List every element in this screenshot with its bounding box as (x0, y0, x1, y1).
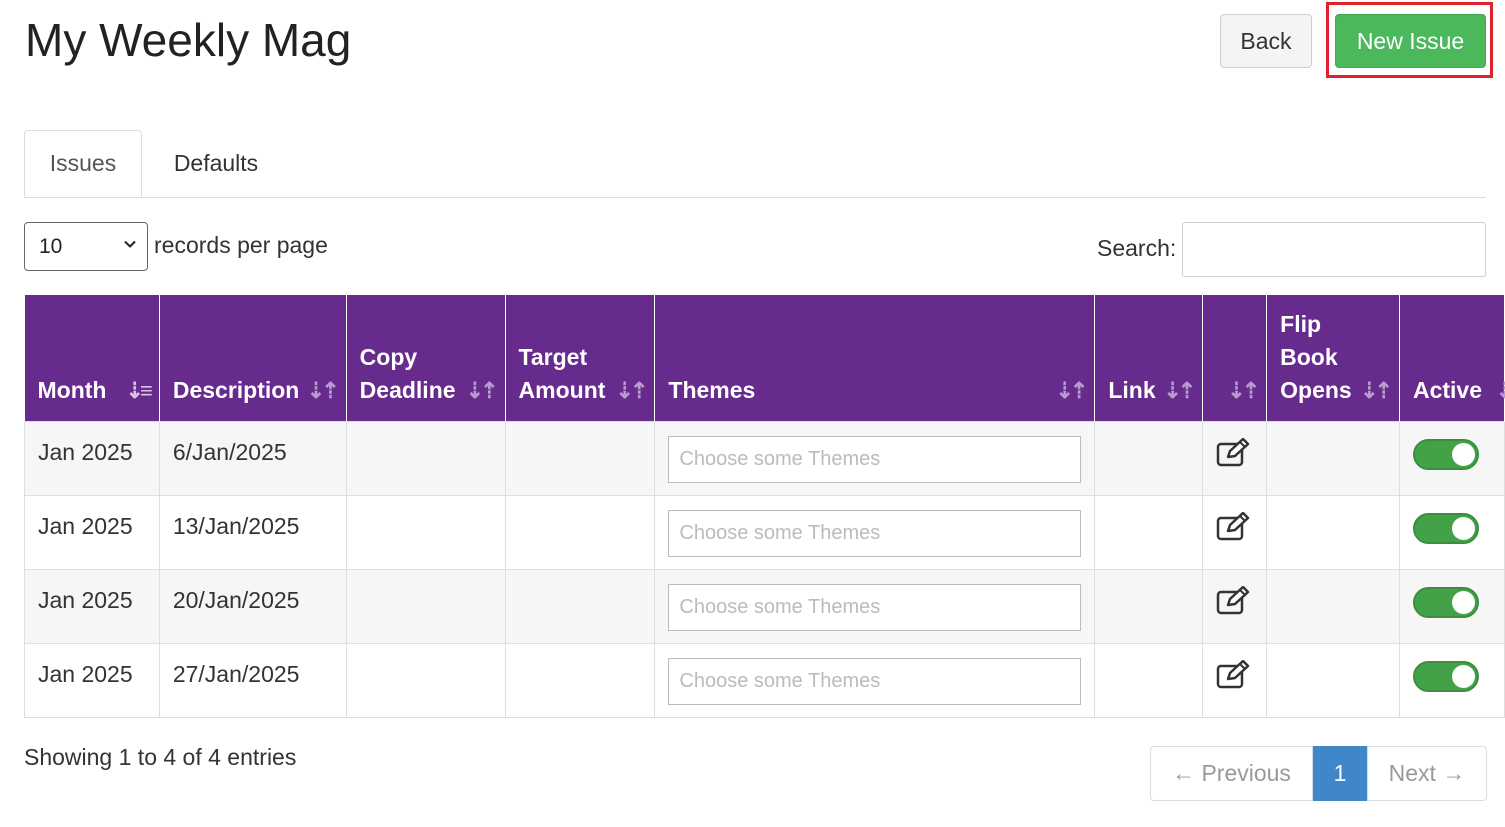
cell-copy-deadline (345, 642, 506, 718)
issues-table: Month ⇣≡ Description ⇣⇡ Copy Deadline ⇣⇡ Ta… (24, 295, 1505, 718)
col-header-active[interactable]: Active ⇣ (1399, 295, 1505, 421)
col-header-target-amount[interactable]: Target Amount ⇣⇡ (505, 295, 656, 421)
col-header-edit[interactable]: ⇣⇡ (1202, 295, 1268, 421)
themes-select[interactable]: Choose some Themes (668, 657, 1082, 705)
cell-target-amount (504, 420, 656, 496)
sort-icon: ⇣⇡ (465, 377, 499, 403)
cell-month: Jan 2025 (24, 568, 160, 644)
new-issue-button[interactable]: New Issue (1335, 14, 1486, 68)
cell-edit (1202, 568, 1268, 644)
sort-icon: ⇣⇡ (1163, 377, 1196, 403)
cell-edit (1202, 420, 1268, 496)
themes-select[interactable]: Choose some Themes (668, 435, 1082, 483)
sort-icon: ⇣⇡ (1360, 377, 1393, 403)
col-header-description[interactable]: Description ⇣⇡ (159, 295, 347, 421)
edit-icon[interactable] (1216, 585, 1250, 616)
cell-description: 13/Jan/2025 (158, 494, 347, 570)
page-title: My Weekly Mag (25, 14, 352, 66)
cell-link (1094, 494, 1204, 570)
cell-active (1398, 494, 1505, 570)
sort-icon: ⇣⇡ (306, 377, 340, 403)
cell-active (1398, 420, 1505, 496)
page-length-label: records per page (154, 232, 328, 258)
sort-icon: ⇣⇡ (1227, 377, 1260, 403)
tab-bar: Issues Defaults (24, 130, 1486, 198)
edit-icon[interactable] (1216, 437, 1250, 468)
col-header-link[interactable]: Link ⇣⇡ (1094, 295, 1204, 421)
back-button[interactable]: Back (1220, 14, 1312, 68)
cell-edit (1202, 494, 1268, 570)
table-header-row: Month ⇣≡ Description ⇣⇡ Copy Deadline ⇣⇡ Ta… (24, 295, 1505, 421)
edit-icon[interactable] (1216, 511, 1250, 542)
table-row: Jan 2025 20/Jan/2025 Choose some Themes (24, 568, 1505, 644)
cell-link (1094, 568, 1204, 644)
sort-desc-icon: ⇣≡ (125, 377, 153, 403)
previous-page-button[interactable]: ← Previous (1150, 746, 1313, 801)
themes-select[interactable]: Choose some Themes (668, 509, 1082, 557)
search-label: Search: (1097, 235, 1177, 261)
cell-themes: Choose some Themes (654, 642, 1096, 718)
table-row: Jan 2025 13/Jan/2025 Choose some Themes (24, 494, 1505, 570)
sort-icon: ⇣ (1495, 377, 1505, 403)
cell-description: 20/Jan/2025 (158, 568, 347, 644)
active-toggle[interactable] (1412, 512, 1479, 544)
col-header-copy-deadline[interactable]: Copy Deadline ⇣⇡ (346, 295, 506, 421)
cell-copy-deadline (345, 568, 506, 644)
cell-description: 27/Jan/2025 (158, 642, 347, 718)
cell-flip-book-opens (1266, 568, 1400, 644)
cell-themes: Choose some Themes (654, 568, 1096, 644)
cell-link (1094, 642, 1204, 718)
edit-icon[interactable] (1216, 659, 1250, 690)
table-info: Showing 1 to 4 of 4 entries (24, 744, 297, 770)
tab-issues[interactable]: Issues (24, 130, 142, 197)
next-page-button[interactable]: Next → (1367, 746, 1487, 801)
cell-active (1398, 642, 1505, 718)
pagination: ← Previous 1 Next → (1150, 746, 1487, 801)
table-row: Jan 2025 27/Jan/2025 Choose some Themes (24, 642, 1505, 718)
table-row: Jan 2025 6/Jan/2025 Choose some Themes (24, 420, 1505, 496)
sort-icon: ⇣⇡ (615, 377, 649, 403)
cell-copy-deadline (345, 420, 506, 496)
cell-themes: Choose some Themes (654, 494, 1096, 570)
cell-target-amount (504, 494, 656, 570)
col-header-themes[interactable]: Themes ⇣⇡ (654, 295, 1096, 421)
active-toggle[interactable] (1412, 660, 1479, 692)
cell-edit (1202, 642, 1268, 718)
page-length-select[interactable]: 10 (24, 222, 148, 271)
active-toggle[interactable] (1412, 438, 1479, 470)
cell-copy-deadline (345, 494, 506, 570)
cell-description: 6/Jan/2025 (158, 420, 347, 496)
cell-flip-book-opens (1266, 494, 1400, 570)
cell-active (1398, 568, 1505, 644)
cell-month: Jan 2025 (24, 420, 160, 496)
col-header-month[interactable]: Month ⇣≡ (24, 295, 160, 421)
cell-target-amount (504, 568, 656, 644)
chevron-down-icon (124, 240, 136, 248)
tab-defaults[interactable]: Defaults (142, 130, 290, 197)
cell-month: Jan 2025 (24, 494, 160, 570)
cell-link (1094, 420, 1204, 496)
sort-icon: ⇣⇡ (1055, 377, 1088, 403)
cell-month: Jan 2025 (24, 642, 160, 718)
cell-themes: Choose some Themes (654, 420, 1096, 496)
cell-target-amount (504, 642, 656, 718)
active-toggle[interactable] (1412, 586, 1479, 618)
search-input[interactable] (1182, 222, 1486, 277)
themes-select[interactable]: Choose some Themes (668, 583, 1082, 631)
page-length-value: 10 (39, 234, 63, 258)
col-header-flip-book-opens[interactable]: Flip Book Opens ⇣⇡ (1266, 295, 1400, 421)
cell-flip-book-opens (1266, 420, 1400, 496)
cell-flip-book-opens (1266, 642, 1400, 718)
page-1-button[interactable]: 1 (1313, 746, 1367, 801)
